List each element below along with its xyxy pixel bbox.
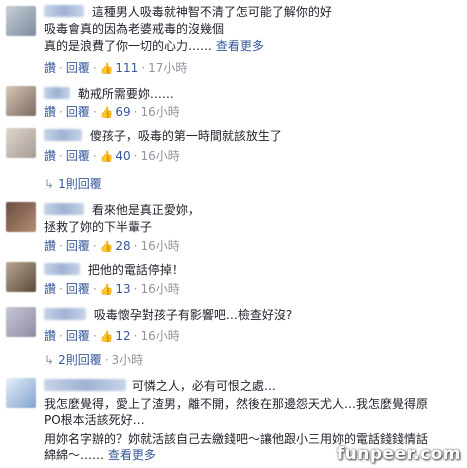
commenter-name[interactable]: [44, 379, 126, 391]
reply-button[interactable]: 回覆: [66, 61, 90, 75]
avatar[interactable]: [6, 6, 36, 36]
thumbs-up-icon: 👍: [99, 283, 114, 296]
commenter-name[interactable]: [44, 203, 84, 215]
avatar[interactable]: [6, 128, 36, 158]
thumbs-up-icon: 👍: [99, 330, 114, 343]
like-count[interactable]: 13: [115, 282, 130, 296]
like-button[interactable]: 讚: [44, 329, 56, 343]
like-count[interactable]: 28: [115, 239, 130, 253]
avatar[interactable]: [6, 202, 36, 232]
thumbs-up-icon: 👍: [99, 62, 114, 75]
avatar[interactable]: [6, 307, 36, 337]
reply-arrow-icon: ↳: [44, 177, 55, 191]
reply-button[interactable]: 回覆: [66, 105, 90, 119]
comment-text: 我怎麼覺得，愛上了渣男，離不開，然後在那邊怨天尤人…我怎麼覺得原: [44, 397, 429, 411]
view-replies-link[interactable]: ↳ 2則回覆: [44, 353, 102, 367]
watermark: funpeer.com: [336, 444, 461, 464]
comment-text: 拯救了妳的下半輩子: [44, 220, 153, 234]
like-button[interactable]: 讚: [44, 239, 56, 253]
comment-text: 把他的電話停掉！: [87, 263, 184, 277]
commenter-name[interactable]: [44, 308, 86, 320]
comment-text: 看來他是真正愛妳，: [91, 203, 200, 217]
comment-text: 綿綿～……: [44, 448, 105, 462]
like-button[interactable]: 讚: [44, 105, 56, 119]
comment-text: 這種男人吸毒就神智不清了怎可能了解你的好: [91, 5, 332, 19]
comment-text: 吸毒懷孕對孩子有影響吧…檢查好沒?: [93, 308, 293, 322]
view-replies-link[interactable]: ↳ 1則回覆: [44, 176, 102, 192]
like-count[interactable]: 12: [115, 329, 130, 343]
timestamp[interactable]: 16小時: [141, 149, 180, 163]
commenter-name[interactable]: [44, 263, 80, 275]
comment-text: PO根本活該死好…: [44, 413, 145, 427]
reply-button[interactable]: 回覆: [66, 282, 90, 296]
avatar[interactable]: [6, 262, 36, 292]
reply-button[interactable]: 回覆: [66, 149, 90, 163]
timestamp[interactable]: 16小時: [141, 329, 180, 343]
timestamp[interactable]: 16小時: [141, 239, 180, 253]
reply-button[interactable]: 回覆: [66, 329, 90, 343]
timestamp[interactable]: 16小時: [141, 105, 180, 119]
commenter-name[interactable]: [44, 129, 82, 141]
like-button[interactable]: 讚: [44, 61, 56, 75]
timestamp[interactable]: 17小時: [148, 61, 187, 75]
comment-text: 可憐之人，必有可恨之處…: [131, 379, 276, 393]
commenter-name[interactable]: [44, 5, 84, 17]
see-more-link[interactable]: 查看更多: [108, 448, 156, 462]
like-button[interactable]: 讚: [44, 282, 56, 296]
replies-timestamp[interactable]: 3小時: [112, 353, 144, 367]
avatar[interactable]: [6, 378, 36, 408]
comment-text: 吸毒會真的因為老婆戒毒的沒幾個: [44, 22, 225, 36]
like-button[interactable]: 讚: [44, 149, 56, 163]
thumbs-up-icon: 👍: [99, 150, 114, 163]
comment-text: 勒戒所需要妳……: [77, 87, 174, 101]
timestamp[interactable]: 16小時: [141, 282, 180, 296]
comment-text: 真的是浪費了你一切的心力……: [44, 39, 213, 53]
like-count[interactable]: 111: [115, 61, 138, 75]
see-more-link[interactable]: 查看更多: [216, 39, 264, 53]
reply-button[interactable]: 回覆: [66, 239, 90, 253]
commenter-name[interactable]: [44, 87, 70, 99]
comment-text: 傻孩子，吸毒的第一時間就該放生了: [89, 129, 282, 143]
avatar[interactable]: [6, 86, 36, 116]
like-count[interactable]: 40: [115, 149, 130, 163]
thumbs-up-icon: 👍: [99, 240, 114, 253]
thumbs-up-icon: 👍: [99, 106, 114, 119]
like-count[interactable]: 69: [115, 105, 130, 119]
reply-arrow-icon: ↳: [44, 353, 55, 367]
